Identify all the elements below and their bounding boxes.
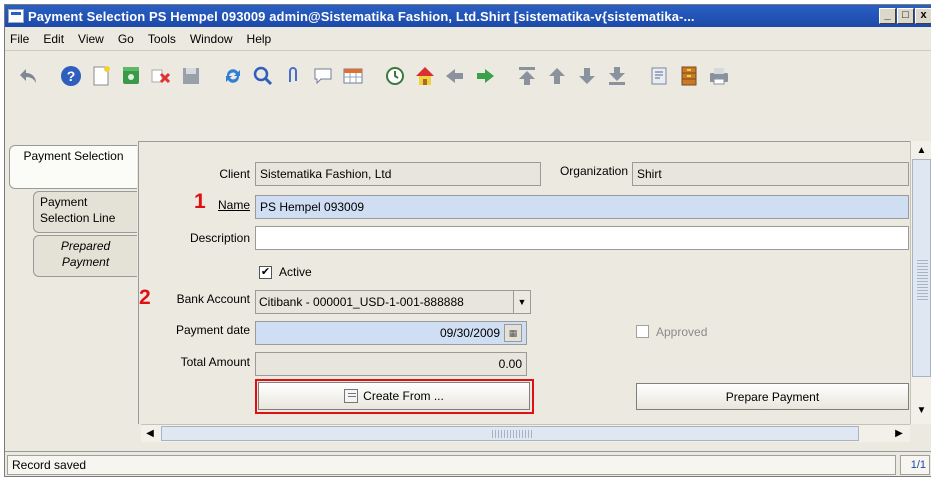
previous-record-icon[interactable] [543, 62, 571, 90]
delete-icon[interactable] [147, 62, 175, 90]
organization-label: Organization [559, 164, 628, 178]
forward-icon[interactable] [471, 62, 499, 90]
vertical-scroll-thumb[interactable] [912, 159, 931, 377]
menu-view[interactable]: View [72, 32, 112, 46]
back-icon[interactable] [441, 62, 469, 90]
scroll-up-icon[interactable]: ▲ [911, 141, 931, 161]
name-label: Name [209, 198, 250, 212]
minimize-button[interactable]: _ [879, 8, 896, 24]
horizontal-scroll-thumb[interactable] [161, 426, 859, 441]
attachment-icon[interactable] [279, 62, 307, 90]
last-record-icon[interactable] [603, 62, 631, 90]
menu-tools[interactable]: Tools [142, 32, 184, 46]
scroll-left-icon[interactable]: ◀ [141, 425, 159, 443]
payment-date-label: Payment date [175, 323, 250, 337]
client-field[interactable]: Sistematika Fashion, Ltd [255, 162, 541, 186]
grip-icon [492, 430, 532, 438]
payment-selection-form: Client Sistematika Fashion, Ltd Organiza… [138, 141, 910, 424]
active-label: Active [279, 265, 312, 279]
organization-field[interactable]: Shirt [632, 162, 909, 186]
print-icon[interactable] [705, 62, 733, 90]
save-icon[interactable] [177, 62, 205, 90]
active-checkbox[interactable]: ✔ [259, 266, 272, 279]
new-record-icon[interactable] [87, 62, 115, 90]
chat-icon[interactable] [309, 62, 337, 90]
app-window-icon [8, 9, 24, 23]
find-icon[interactable] [249, 62, 277, 90]
client-label: Client [219, 167, 250, 181]
document-icon [344, 389, 359, 403]
maximize-button[interactable]: □ [897, 8, 914, 24]
undo-icon[interactable] [15, 62, 43, 90]
total-amount-label: Total Amount [180, 355, 250, 369]
menu-help[interactable]: Help [241, 32, 280, 46]
description-field[interactable] [255, 226, 909, 250]
history-icon[interactable] [381, 62, 409, 90]
payment-selection-window: Payment Selection PS Hempel 093009 admin… [4, 4, 931, 477]
total-amount-field[interactable]: 0.00 [255, 352, 527, 376]
close-button[interactable]: x [915, 8, 931, 24]
create-from-button[interactable]: Create From ... [258, 382, 530, 410]
svg-text:?: ? [67, 68, 76, 84]
bank-account-select[interactable]: Citibank - 000001_USD-1-001-888888 [255, 290, 515, 314]
payment-date-field[interactable]: 09/30/2009 [255, 321, 527, 345]
tab-payment-selection[interactable]: Payment Selection [9, 145, 137, 189]
menu-window[interactable]: Window [184, 32, 241, 46]
window-controls: _ □ x [878, 8, 931, 24]
status-message: Record saved [7, 455, 896, 475]
help-icon[interactable]: ? [57, 62, 85, 90]
horizontal-scrollbar[interactable]: ◀ ▶ [141, 424, 910, 442]
name-field[interactable]: PS Hempel 093009 [255, 195, 909, 219]
approved-label: Approved [656, 325, 708, 339]
prepare-payment-button[interactable]: Prepare Payment [636, 383, 909, 410]
create-from-label: Create From ... [363, 389, 444, 403]
menu-file[interactable]: File [5, 32, 37, 46]
menu-go[interactable]: Go [112, 32, 142, 46]
approved-checkbox[interactable] [636, 325, 649, 338]
annotation-marker-2: 2 [139, 286, 151, 309]
chevron-down-icon[interactable]: ▼ [513, 290, 531, 314]
bank-account-label: Bank Account [176, 292, 250, 306]
toolbar: ? [5, 52, 931, 100]
title-bar[interactable]: Payment Selection PS Hempel 093009 admin… [5, 5, 931, 27]
scroll-right-icon[interactable]: ▶ [890, 425, 908, 443]
calendar-icon[interactable]: ▦ [504, 324, 522, 342]
archive-icon[interactable] [675, 62, 703, 90]
grip-icon [917, 260, 928, 300]
grid-toggle-icon[interactable] [339, 62, 367, 90]
tab-payment-selection-line[interactable]: Payment Selection Line [33, 191, 137, 233]
report-icon[interactable] [645, 62, 673, 90]
menu-bar: File Edit View Go Tools Window Help [5, 27, 931, 51]
tab-prepared-payment[interactable]: Prepared Payment [33, 235, 137, 277]
scroll-down-icon[interactable]: ▼ [911, 401, 931, 421]
name-label-text: Name [217, 198, 250, 212]
menu-edit[interactable]: Edit [37, 32, 72, 46]
prepare-payment-label: Prepare Payment [725, 389, 820, 404]
next-record-icon[interactable] [573, 62, 601, 90]
first-record-icon[interactable] [513, 62, 541, 90]
description-label: Description [189, 231, 250, 245]
window-title: Payment Selection PS Hempel 093009 admin… [28, 8, 695, 24]
status-bar: Record saved 1/1 [5, 451, 931, 476]
copy-record-icon[interactable] [117, 62, 145, 90]
home-icon[interactable] [411, 62, 439, 90]
record-count[interactable]: 1/1 [900, 455, 930, 475]
refresh-icon[interactable] [219, 62, 247, 90]
annotation-marker-1: 1 [194, 190, 206, 213]
vertical-scrollbar[interactable]: ▲ ▼ [910, 141, 931, 424]
